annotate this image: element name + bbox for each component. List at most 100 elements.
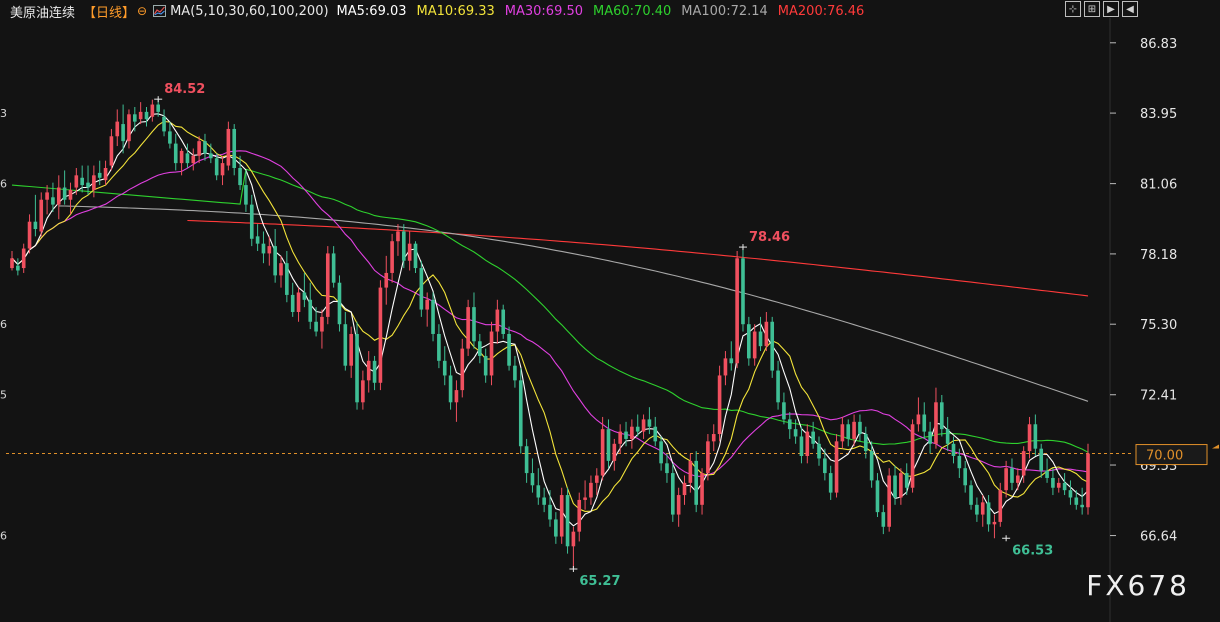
candle-body-61 [366, 360, 371, 381]
candle-body-20 [127, 114, 131, 142]
candle-body-59 [355, 333, 359, 403]
candle-body-58 [349, 333, 353, 366]
candle-body-129 [764, 321, 769, 347]
candle-body-110 [653, 426, 658, 442]
candle-body-124 [735, 258, 739, 364]
y-tick-label-3: 78.18 [1140, 248, 1177, 263]
ma100-line [58, 205, 1089, 402]
candle-body-75 [448, 375, 453, 403]
candle-body-169 [998, 490, 1003, 522]
candle-body-107 [635, 426, 640, 432]
candle-body-37 [226, 128, 231, 166]
candle-body-163 [963, 468, 968, 486]
candle-body-152 [899, 473, 903, 498]
candle-body-130 [770, 321, 775, 371]
candle-body-43 [261, 243, 266, 254]
candle-body-158 [934, 402, 938, 444]
candle-body-60 [361, 380, 365, 403]
candle-body-87 [518, 380, 523, 447]
candle-body-54 [325, 253, 330, 317]
candlestick-chart[interactable]: 86.8383.9581.0678.1875.3072.4169.5366.64… [0, 0, 1220, 622]
candle-body-173 [1021, 451, 1026, 476]
candle-body-10 [68, 189, 73, 200]
candle-body-33 [203, 141, 207, 154]
candle-body-105 [624, 431, 628, 439]
current-price-label: 70.00 [1146, 449, 1183, 464]
candle-body-42 [255, 236, 260, 244]
candle-body-146 [863, 434, 868, 452]
candle-body-94 [559, 495, 564, 537]
extreme-label-1: 78.46 [749, 230, 790, 245]
candle-body-180 [1062, 482, 1067, 491]
candle-body-71 [425, 299, 430, 310]
candle-body-40 [244, 185, 248, 205]
candle-body-144 [852, 421, 856, 439]
candle-body-6 [45, 192, 49, 200]
candle-body-83 [495, 309, 500, 332]
candle-body-48 [290, 294, 295, 312]
candle-body-26 [162, 116, 166, 132]
candle-body-13 [86, 182, 90, 188]
candle-body-41 [249, 204, 254, 239]
candle-body-147 [869, 451, 874, 481]
candle-body-67 [401, 231, 406, 261]
candle-body-153 [904, 473, 909, 488]
candle-body-47 [285, 263, 289, 295]
candle-body-51 [308, 299, 313, 322]
candle-body-65 [390, 241, 394, 273]
candle-body-149 [881, 512, 886, 527]
candle-body-112 [665, 463, 669, 474]
candle-body-68 [407, 243, 412, 261]
candle-body-164 [969, 485, 973, 505]
candle-body-119 [706, 441, 710, 474]
candle-body-123 [729, 358, 734, 364]
candle-body-140 [828, 473, 833, 493]
candle-body-141 [834, 441, 839, 493]
candle-body-134 [793, 429, 798, 437]
candle-body-15 [97, 172, 102, 178]
candle-body-82 [489, 331, 494, 376]
candle-body-9 [62, 187, 67, 200]
candle-body-90 [536, 485, 541, 498]
y-tick-label-1: 83.95 [1140, 107, 1177, 122]
candle-body-133 [787, 419, 792, 430]
candle-body-106 [630, 426, 634, 439]
candle-body-63 [378, 287, 383, 383]
left-tick-label-4: 6 [0, 530, 7, 543]
y-tick-label-7: 66.64 [1140, 530, 1177, 545]
candle-body-131 [776, 370, 780, 403]
candle-body-182 [1074, 497, 1079, 505]
candle-body-114 [676, 495, 681, 515]
candle-body-34 [209, 153, 213, 159]
candle-body-74 [442, 360, 447, 376]
candle-body-174 [1027, 424, 1032, 452]
candle-body-183 [1080, 504, 1084, 508]
candle-body-111 [659, 441, 663, 464]
candle-body-78 [466, 307, 470, 349]
candle-body-44 [267, 246, 272, 254]
candle-body-27 [168, 131, 172, 144]
left-tick-label-0: 3 [0, 107, 7, 120]
candle-body-170 [1004, 468, 1008, 491]
candle-body-156 [922, 414, 927, 432]
watermark: FX678 [1086, 569, 1190, 602]
candle-body-38 [232, 128, 237, 168]
candle-body-85 [507, 333, 511, 366]
candle-body-104 [618, 431, 622, 444]
candle-body-157 [928, 431, 932, 444]
candle-body-53 [320, 316, 324, 332]
ma5-line [11, 113, 1089, 527]
candle-body-97 [577, 499, 582, 532]
candle-body-126 [747, 324, 751, 359]
candle-body-76 [454, 390, 459, 403]
candle-body-179 [1056, 482, 1061, 488]
candle-body-0 [10, 258, 14, 269]
candle-body-91 [542, 497, 546, 505]
y-tick-label-4: 75.30 [1140, 318, 1177, 333]
candle-body-139 [823, 458, 827, 474]
candle-body-50 [302, 292, 307, 300]
candle-body-175 [1033, 424, 1038, 449]
candle-body-167 [986, 502, 991, 525]
candle-body-2 [21, 248, 26, 269]
candle-body-127 [752, 331, 757, 359]
